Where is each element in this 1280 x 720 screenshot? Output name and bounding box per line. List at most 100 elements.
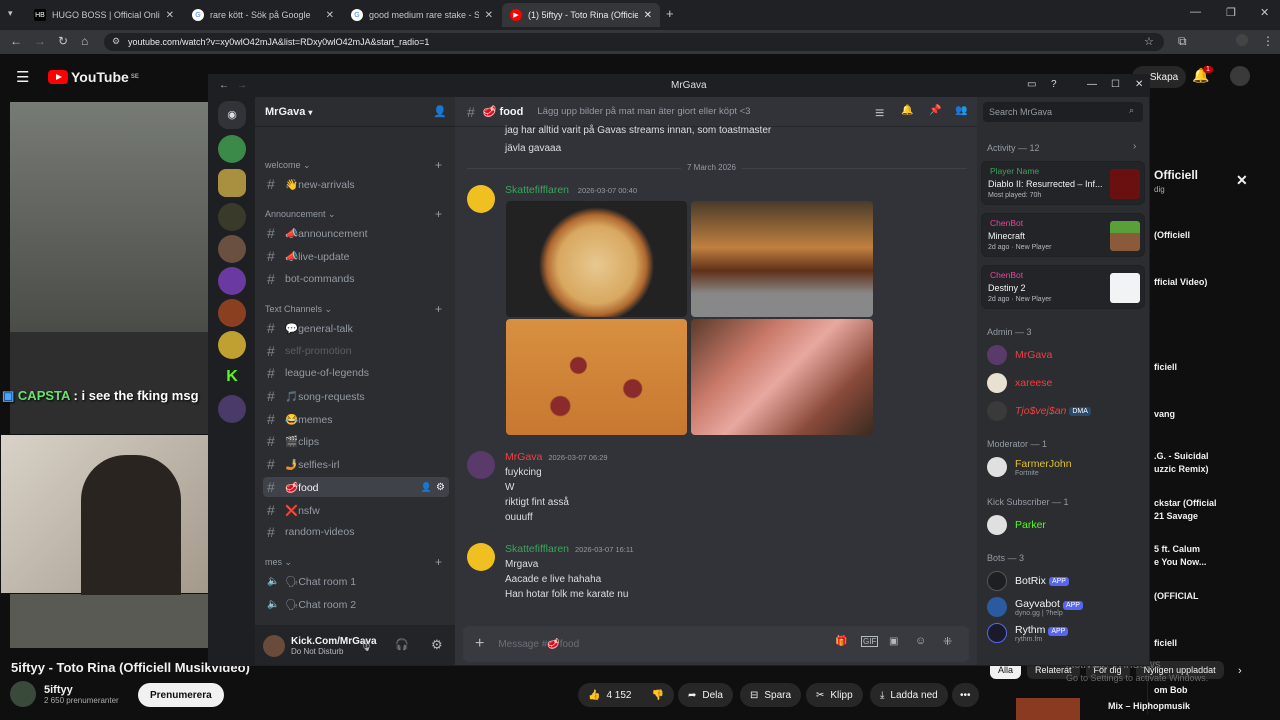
minimize-icon[interactable]: — xyxy=(1087,79,1097,90)
recommendation-item[interactable]: 21 Savage xyxy=(1154,511,1198,521)
recommendation-item[interactable]: om Bob xyxy=(1154,685,1188,695)
chips-next-icon[interactable]: › xyxy=(1238,665,1242,677)
forward-icon[interactable]: → xyxy=(34,34,46,48)
download-button[interactable]: ⤓ Ladda ned xyxy=(870,683,948,707)
channel-announcement[interactable]: # 📣announcement xyxy=(263,223,449,243)
recommendation-item[interactable]: (Officiell xyxy=(1154,230,1190,240)
browser-tab[interactable]: G good medium rare stake - Sök ✕ xyxy=(343,3,501,27)
recommendation-item[interactable]: .G. - Suicidal xyxy=(1154,451,1209,461)
close-panel-icon[interactable]: ✕ xyxy=(1236,172,1248,189)
category-text-channels[interactable]: Text Channels ⌄ + xyxy=(265,302,442,316)
create-channel-icon[interactable]: + xyxy=(435,555,442,569)
category-announcement[interactable]: Announcement ⌄ + xyxy=(265,207,442,221)
category-voice[interactable]: mes ⌄ + xyxy=(265,555,442,569)
recommendation-item[interactable]: 5 ft. Calum xyxy=(1154,544,1200,554)
restore-window-icon[interactable]: ❐ xyxy=(1226,6,1236,19)
threads-icon[interactable]: ≡ xyxy=(875,105,884,123)
server-icon[interactable] xyxy=(218,299,246,327)
channel-song-requests[interactable]: # 🎵song-requests xyxy=(263,386,449,406)
channel-league-of-legends[interactable]: # league-of-legends xyxy=(263,363,449,383)
channel-food[interactable]: # 🥩food 👤 ⚙ xyxy=(263,477,449,497)
clip-button[interactable]: ✂ Klipp xyxy=(806,683,863,707)
browser-tab[interactable]: HB HUGO BOSS | Official Online Sh ✕ xyxy=(26,3,182,27)
notification-bell-icon[interactable]: 🔔 xyxy=(901,105,913,116)
kick-server-icon[interactable]: K xyxy=(218,363,246,391)
mix-thumbnail[interactable] xyxy=(1016,698,1080,720)
gif-icon[interactable]: GIF xyxy=(861,636,879,647)
recommendation-item[interactable]: (OFFICIAL xyxy=(1154,591,1199,601)
recommendation-item[interactable]: ficiell xyxy=(1154,362,1177,372)
minimize-window-icon[interactable]: — xyxy=(1190,6,1201,18)
author-avatar[interactable] xyxy=(467,185,495,213)
channel-live-update[interactable]: # 📣live-update xyxy=(263,246,449,266)
help-icon[interactable]: ? xyxy=(1051,79,1057,90)
server-icon[interactable] xyxy=(218,395,246,423)
back-icon[interactable]: ← xyxy=(10,34,22,48)
inbox-icon[interactable]: ▭ xyxy=(1027,79,1036,90)
message-author[interactable]: Skattefifflaren xyxy=(505,184,569,196)
user-settings-icon[interactable]: ⚙ xyxy=(431,637,443,653)
more-actions-button[interactable]: ••• xyxy=(952,683,979,707)
activity-card[interactable]: Player Name Diablo II: Resurrected – Inf… xyxy=(981,161,1145,205)
food-image-burgers[interactable] xyxy=(691,201,873,317)
share-button[interactable]: ➦ Dela xyxy=(678,683,733,707)
server-icon[interactable] xyxy=(218,235,246,263)
save-button[interactable]: ⊟ Spara xyxy=(740,683,802,707)
invite-icon[interactable]: 👤 xyxy=(421,482,432,493)
recommendation-item[interactable]: ficiell xyxy=(1154,638,1177,648)
channel-general-talk[interactable]: # 💬general-talk xyxy=(263,318,449,338)
home-icon[interactable]: ⌂ xyxy=(81,34,88,48)
recommendation-item[interactable]: e You Now... xyxy=(1154,557,1206,567)
server-header[interactable]: MrGava ▾ 👤 xyxy=(255,97,455,127)
reload-icon[interactable]: ↻ xyxy=(58,34,68,48)
gift-icon[interactable]: 🎁 xyxy=(835,636,847,647)
member-item[interactable]: Tjo$vej$an DMA xyxy=(987,401,1147,421)
activity-card[interactable]: ChenBot Minecraft 2d ago · New Player xyxy=(981,213,1145,257)
apps-icon[interactable]: ⁜ xyxy=(943,635,952,648)
close-icon[interactable]: ✕ xyxy=(1135,79,1143,90)
add-attachment-icon[interactable]: + xyxy=(475,635,484,653)
recommendation-item[interactable]: vang xyxy=(1154,409,1175,419)
channel-bot-commands[interactable]: # bot-commands xyxy=(263,269,449,289)
chevron-right-icon[interactable]: › xyxy=(1133,141,1136,152)
message-author[interactable]: MrGava xyxy=(505,451,542,463)
search-input[interactable]: Search MrGava xyxy=(983,102,1143,122)
food-image-roast-beef[interactable] xyxy=(691,319,873,435)
close-tab-icon[interactable]: ✕ xyxy=(485,10,493,21)
create-channel-icon[interactable]: + xyxy=(435,158,442,172)
food-image-pizza-2[interactable] xyxy=(506,319,687,435)
close-tab-icon[interactable]: ✕ xyxy=(326,10,334,21)
server-icon[interactable] xyxy=(218,169,246,197)
site-info-icon[interactable]: ⚙ xyxy=(112,36,120,47)
member-list-icon[interactable]: 👥 xyxy=(955,105,967,116)
sticker-icon[interactable]: ▣ xyxy=(889,636,898,647)
mix-title[interactable]: Mix – Hiphopmusik xyxy=(1108,701,1190,711)
member-item[interactable]: BotRix APP xyxy=(987,571,1147,591)
extensions-icon[interactable]: ⧉ xyxy=(1178,34,1187,49)
message-author[interactable]: Skattefifflaren xyxy=(505,543,569,555)
create-channel-icon[interactable]: + xyxy=(435,207,442,221)
close-tab-icon[interactable]: ✕ xyxy=(166,10,174,21)
create-channel-icon[interactable]: + xyxy=(435,302,442,316)
channel-clips[interactable]: # 🎬clips xyxy=(263,431,449,451)
channel-self-promotion[interactable]: # self-promotion xyxy=(263,341,449,361)
channel-random-videos[interactable]: # random-videos xyxy=(263,522,449,542)
server-icon[interactable] xyxy=(218,267,246,295)
user-avatar[interactable] xyxy=(263,635,285,657)
add-member-icon[interactable]: 👤 xyxy=(433,105,447,118)
member-item[interactable]: Rythm APP rythm.fm xyxy=(987,623,1147,643)
voice-chat-room-2[interactable]: 🔈 🗣Chat room 2 xyxy=(263,594,449,614)
recommendation-item[interactable]: fficial Video) xyxy=(1154,277,1207,287)
discord-home-icon[interactable]: ◉ xyxy=(218,101,246,129)
channel-new-arrivals[interactable]: # 👋new-arrivals xyxy=(263,174,449,194)
food-image-pizza[interactable] xyxy=(506,201,687,317)
channel-nsfw[interactable]: # ❌nsfw xyxy=(263,500,449,520)
back-arrow-icon[interactable]: ← xyxy=(219,80,229,91)
menu-icon[interactable]: ☰ xyxy=(16,68,29,86)
member-item[interactable]: FarmerJohn Fortnite xyxy=(987,457,1147,477)
author-avatar[interactable] xyxy=(467,543,495,571)
member-item[interactable]: Parker xyxy=(987,515,1147,535)
youtube-logo[interactable]: YouTube SE xyxy=(48,69,139,85)
server-icon[interactable] xyxy=(218,135,246,163)
browser-tab[interactable]: G rare kött - Sök på Google ✕ xyxy=(184,3,342,27)
